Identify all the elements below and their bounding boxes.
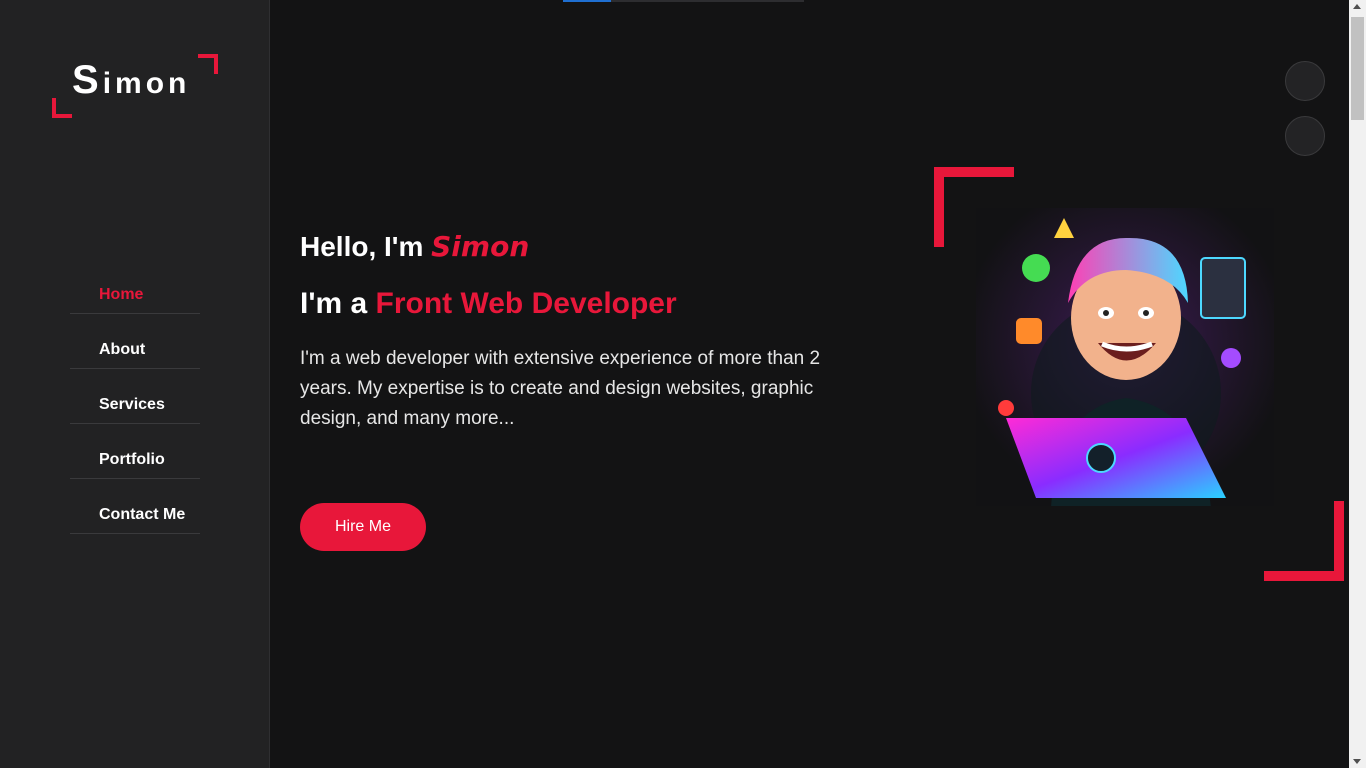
- nav-item-about[interactable]: About: [70, 315, 200, 369]
- hero-role: I'm a Front Web Developer: [300, 284, 880, 324]
- nav-item-portfolio[interactable]: Portfolio: [70, 425, 200, 479]
- logo-text: Simon: [72, 60, 190, 104]
- nav-item-contact[interactable]: Contact Me: [70, 480, 200, 534]
- role-prefix: I'm a: [300, 287, 376, 320]
- logo-corner-top-right: [198, 54, 218, 74]
- logo-rest: imon: [102, 67, 191, 100]
- logo-corner-bottom-left: [52, 98, 72, 118]
- vertical-scrollbar[interactable]: [1349, 0, 1366, 768]
- hero-greeting: Hello, I'm Simon: [300, 228, 880, 266]
- settings-circle-button[interactable]: [1285, 116, 1325, 156]
- hero-description: I'm a web developer with extensive exper…: [300, 348, 821, 429]
- greeting-prefix: Hello, I'm: [300, 231, 432, 262]
- scroll-up-arrow-icon[interactable]: [1353, 4, 1361, 9]
- developer-portrait-illustration: [976, 208, 1274, 506]
- scroll-progress-fill: [563, 0, 611, 2]
- logo[interactable]: Simon: [52, 54, 218, 118]
- nav-item-home[interactable]: Home: [70, 260, 200, 314]
- sidebar: Simon Home About Services Portfolio Cont…: [0, 0, 270, 768]
- scroll-down-arrow-icon[interactable]: [1353, 759, 1361, 764]
- scrollbar-thumb[interactable]: [1351, 17, 1364, 120]
- greeting-name: Simon: [431, 230, 530, 263]
- scroll-progress-bar: [563, 0, 804, 2]
- role-title: Front Web Developer: [375, 287, 677, 320]
- theme-toggle-button[interactable]: [1285, 61, 1325, 101]
- portrait-svg: [976, 208, 1274, 506]
- nav-menu: Home About Services Portfolio Contact Me: [70, 260, 200, 535]
- logo-initial: S: [72, 58, 103, 102]
- hero-section: Hello, I'm Simon I'm a Front Web Develop…: [300, 228, 880, 434]
- image-frame-bottom-right: [1264, 501, 1344, 581]
- hire-me-button[interactable]: Hire Me: [300, 503, 426, 551]
- nav-item-services[interactable]: Services: [70, 370, 200, 424]
